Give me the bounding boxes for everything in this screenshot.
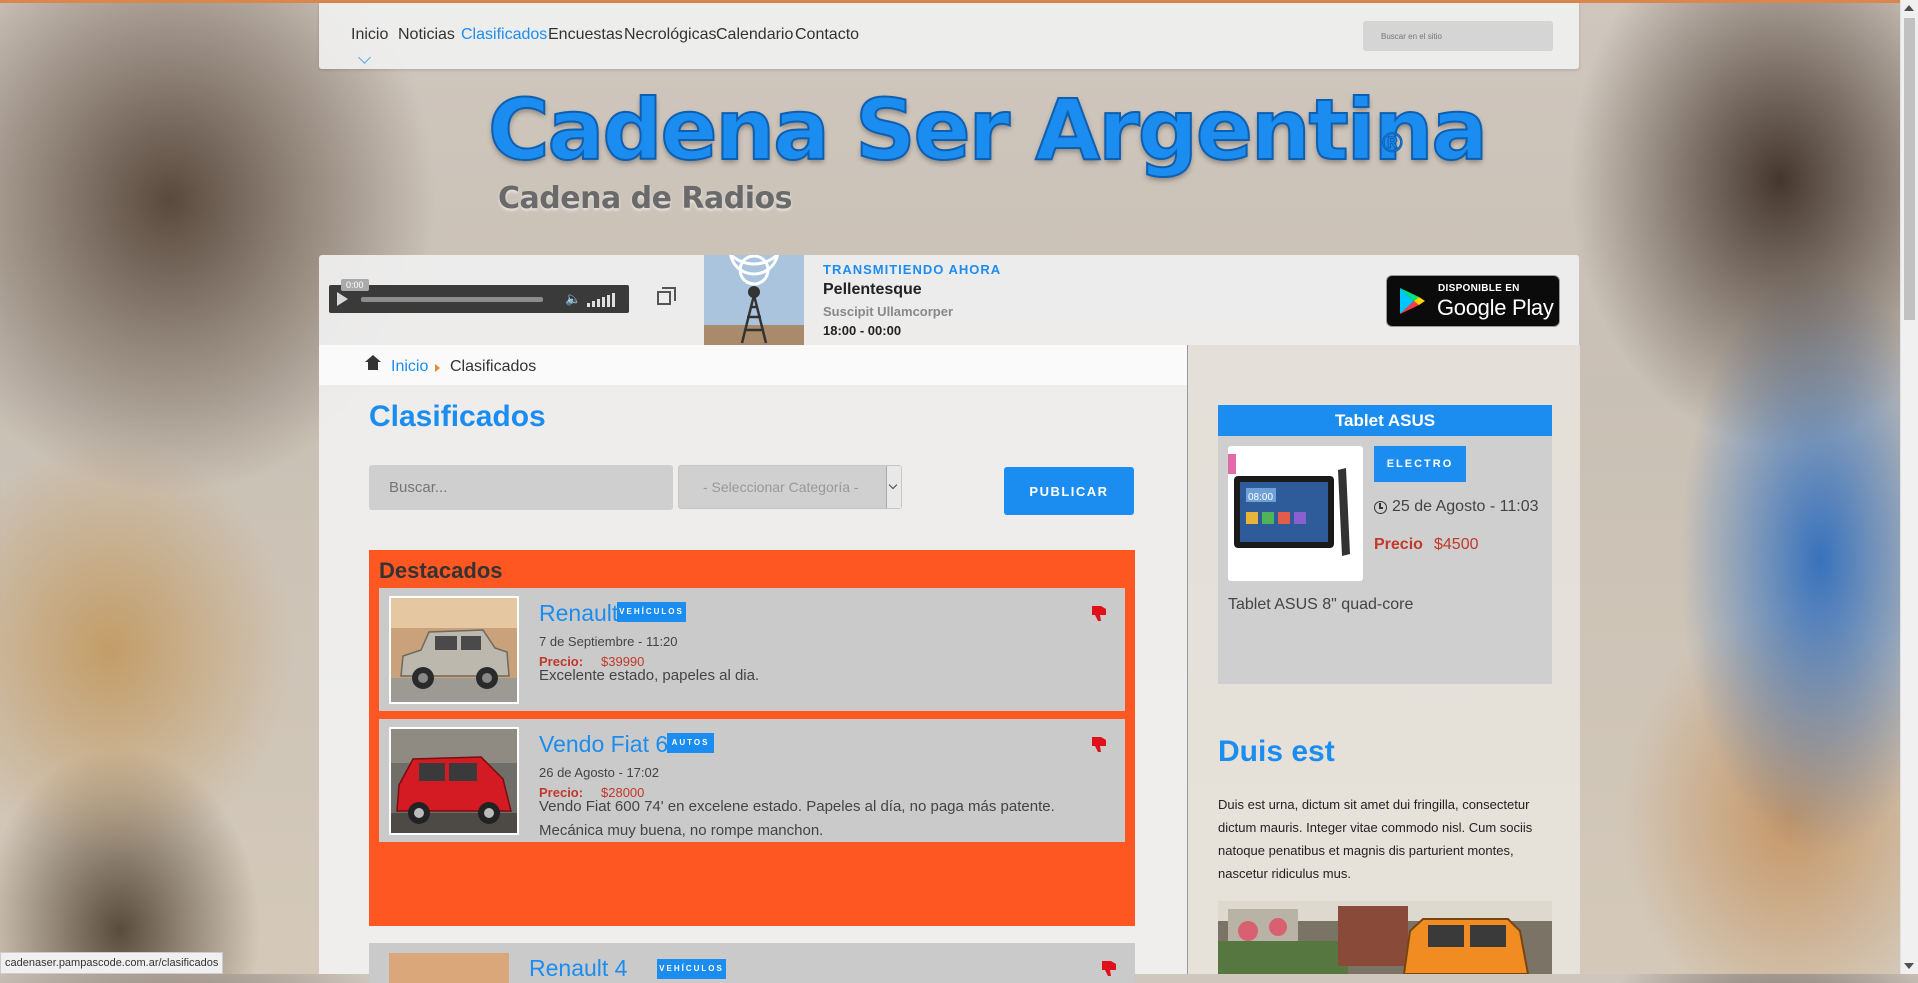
featured-ad-description: Tablet ASUS 8" quad-core — [1228, 596, 1414, 613]
show-title: Pellentesque — [823, 281, 922, 298]
volume-icon[interactable]: 🔈 — [565, 292, 581, 306]
listing-image-renault[interactable] — [389, 596, 519, 704]
scroll-down-arrow-icon[interactable] — [1904, 963, 1914, 969]
radio-tower-icon — [704, 255, 804, 345]
svg-text:08:00: 08:00 — [1248, 492, 1273, 503]
publish-button[interactable]: PUBLICAR — [1004, 467, 1134, 515]
nav-item-encuestas[interactable]: Encuestas — [548, 26, 623, 44]
listing-image[interactable] — [389, 953, 509, 983]
volume-slider[interactable] — [587, 293, 621, 307]
store-name: Google Play — [1437, 295, 1554, 320]
main-content: Inicio Clasificados Clasificados - Selec… — [319, 345, 1187, 983]
category-badge[interactable]: AUTOS — [667, 733, 714, 753]
nav-item-calendario[interactable]: Calendario — [716, 26, 793, 44]
nav-item-clasificados[interactable]: Clasificados — [461, 26, 547, 44]
listing-date: 7 de Septiembre - 11:20 — [539, 634, 678, 649]
breadcrumb-separator-icon — [435, 364, 440, 372]
category-select[interactable]: - Seleccionar Categoría - — [678, 465, 902, 509]
listing-card[interactable]: Renault 4 VEHÍCULOS — [369, 943, 1135, 983]
site-search-input[interactable] — [1363, 21, 1553, 51]
radio-tower-image — [704, 255, 804, 345]
nav-item-inicio[interactable]: Inicio — [351, 26, 388, 44]
page-title: Clasificados — [369, 400, 546, 433]
clock-icon — [1374, 501, 1387, 514]
site-logo-title[interactable]: Cadena Ser Argentina — [487, 87, 1489, 173]
listing-description: Excelente estado, papeles al dia. — [539, 667, 760, 684]
breadcrumb-current: Clasificados — [450, 358, 537, 375]
registered-mark: ® — [1382, 127, 1404, 159]
thumbs-down-icon[interactable] — [1101, 959, 1117, 977]
status-bar-url: cadenaser.pampascode.com.ar/clasificados — [0, 952, 224, 974]
scroll-up-arrow-icon[interactable] — [1904, 5, 1914, 11]
home-icon — [365, 355, 381, 370]
radio-player-bar: 0:00 🔈 TRANSMITIENDO AHORA Pellentesque … — [319, 255, 1579, 345]
category-badge[interactable]: VEHÍCULOS — [617, 602, 686, 622]
page-scrollbar[interactable] — [1900, 0, 1918, 974]
show-host: Suscipit Ullamcorper — [823, 304, 954, 319]
sidebar-car-image[interactable] — [1218, 901, 1552, 974]
category-select-value: - Seleccionar Categoría - — [703, 479, 859, 495]
sidebar: Tablet ASUS 08:00 ELECTRO 25 de Agosto -… — [1187, 345, 1580, 974]
seek-bar[interactable] — [361, 297, 543, 302]
category-badge[interactable]: ELECTRO — [1374, 446, 1466, 482]
google-play-badge[interactable]: DISPONIBLE EN Google Play — [1386, 275, 1560, 327]
scrollbar-thumb[interactable] — [1904, 18, 1915, 320]
tablet-image[interactable]: 08:00 — [1228, 446, 1363, 581]
store-caption: DISPONIBLE EN — [1438, 283, 1520, 294]
sidebar-section-text: Duis est urna, dictum sit amet dui fring… — [1218, 797, 1533, 881]
featured-ad-widget[interactable]: 08:00 ELECTRO 25 de Agosto - 11:03 Preci… — [1218, 436, 1552, 684]
breadcrumb: Inicio Clasificados — [319, 345, 1187, 385]
main-navigation: Inicio Noticias Clasificados Encuestas N… — [319, 3, 1579, 69]
listing-card[interactable]: Vendo Fiat 600 AUTOS 26 de Agosto - 17:0… — [379, 719, 1125, 842]
site-logo-subtitle: Cadena de Radios — [498, 181, 792, 216]
listing-date: 26 de Agosto - 17:02 — [539, 765, 659, 780]
featured-section: Destacados Renault 4 VEHÍCULOS 7 de Sept… — [369, 550, 1135, 926]
classifieds-search-input[interactable] — [369, 465, 673, 510]
listing-image-fiat[interactable] — [389, 727, 519, 835]
featured-ad-title[interactable]: Tablet ASUS — [1218, 405, 1552, 436]
google-play-icon — [1400, 288, 1425, 314]
featured-ad-date: 25 de Agosto - 11:03 — [1392, 498, 1539, 515]
popout-window-icon[interactable] — [657, 287, 676, 305]
thumbs-down-icon[interactable] — [1091, 735, 1107, 753]
thumbs-down-icon[interactable] — [1091, 604, 1107, 622]
current-time: 0:00 — [341, 279, 369, 291]
breadcrumb-home[interactable]: Inicio — [391, 358, 428, 376]
now-playing-label: TRANSMITIENDO AHORA — [823, 262, 1002, 277]
nav-item-necrologicas[interactable]: Necrológicas — [624, 26, 716, 44]
listing-title[interactable]: Renault 4 — [529, 955, 627, 982]
nav-item-contacto[interactable]: Contacto — [795, 26, 859, 44]
nav-item-noticias[interactable]: Noticias — [398, 26, 455, 44]
chevron-down-icon — [358, 51, 371, 64]
featured-title: Destacados — [379, 558, 503, 583]
featured-ad-price-label: Precio — [1374, 536, 1423, 553]
featured-ad-price: $4500 — [1434, 536, 1479, 553]
listing-card[interactable]: Renault 4 VEHÍCULOS 7 de Septiembre - 11… — [379, 588, 1125, 711]
chevron-down-icon[interactable] — [886, 466, 901, 508]
audio-player: 0:00 🔈 — [329, 279, 629, 313]
show-time: 18:00 - 00:00 — [823, 323, 902, 338]
category-badge[interactable]: VEHÍCULOS — [657, 959, 726, 979]
play-icon[interactable] — [337, 292, 348, 306]
listing-description: Vendo Fiat 600 74' en excelene estado. P… — [539, 798, 1055, 839]
sidebar-section-title: Duis est — [1218, 735, 1335, 768]
